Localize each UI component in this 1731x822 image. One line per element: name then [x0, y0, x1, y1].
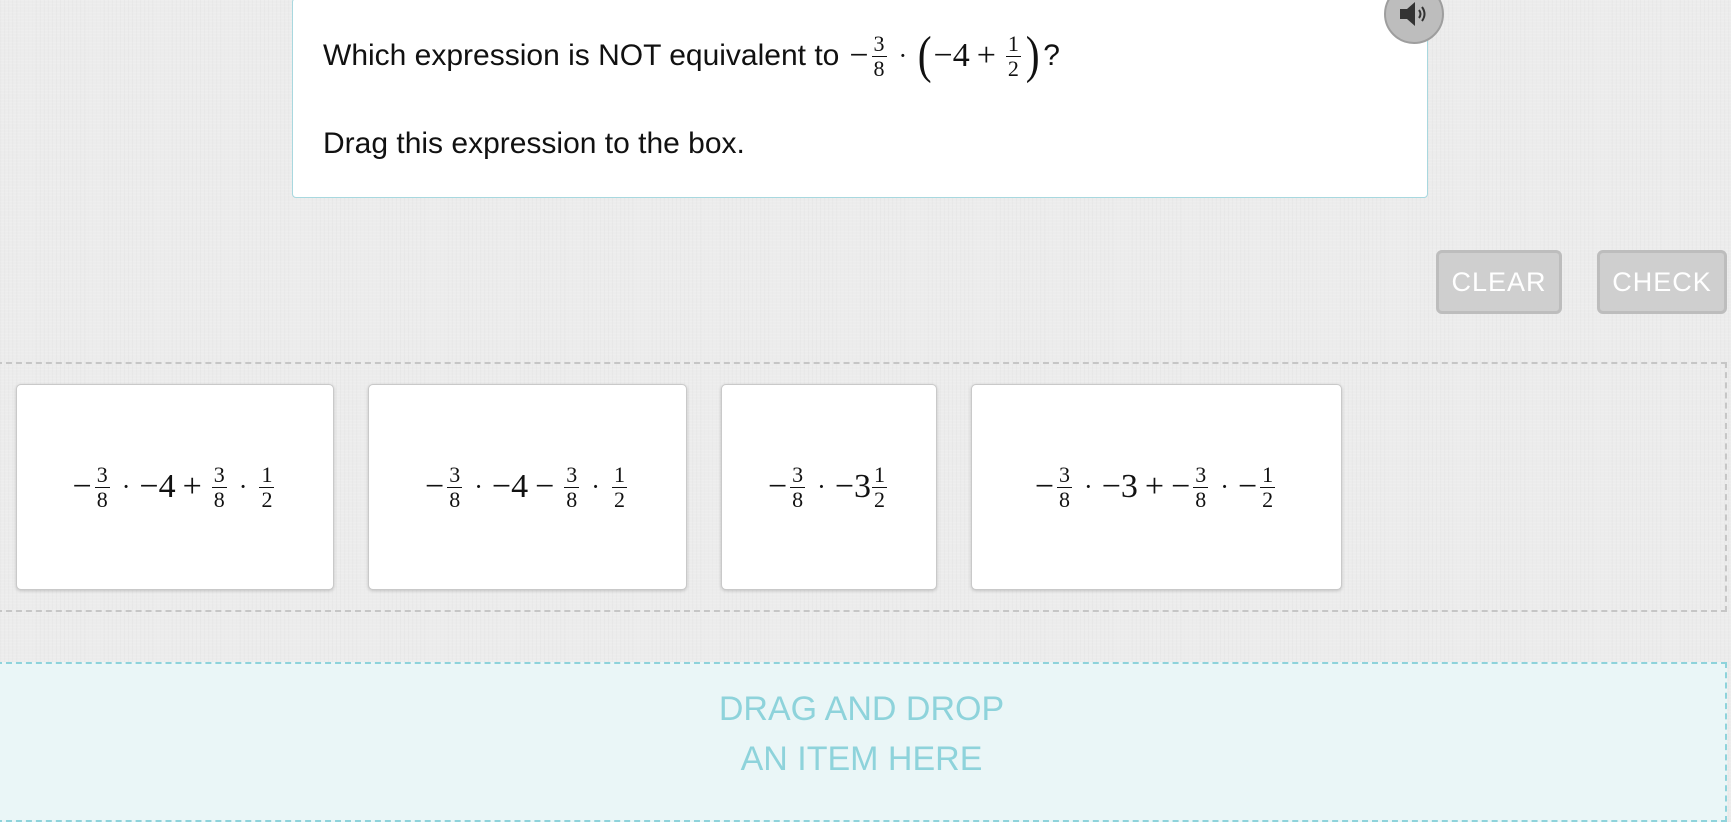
fraction-numerator: 3: [211, 461, 227, 488]
fraction-denominator: 8: [1059, 486, 1071, 512]
fraction-denominator: 8: [213, 486, 225, 512]
minus-sign: −: [1171, 468, 1191, 505]
tile-expression: − 3 8 · −3 1 2: [767, 461, 890, 512]
minus-sign: −: [425, 468, 445, 505]
answer-tile[interactable]: − 3 8 · −4 + 3 8 · 1 2: [16, 384, 334, 590]
fraction-numerator: 3: [871, 30, 887, 57]
question-card: Which expression is NOT equivalent to − …: [292, 0, 1428, 198]
check-button[interactable]: CHECK: [1597, 250, 1727, 314]
fraction-denominator: 2: [1007, 55, 1019, 81]
term: −3: [834, 468, 872, 505]
tile-expression: − 3 8 · −4 − 3 8 · 1 2: [425, 461, 630, 512]
tile-expression: − 3 8 · −3 + − 3 8 · − 1 2: [1034, 461, 1278, 512]
fraction: 1 2: [872, 461, 888, 512]
fraction: 1 2: [259, 461, 275, 512]
fraction-numerator: 3: [447, 461, 463, 488]
answer-tile[interactable]: − 3 8 · −3 1 2: [721, 384, 937, 590]
operator: +: [182, 468, 202, 505]
dot-operator: ·: [474, 472, 483, 501]
drop-zone-label-line1: DRAG AND DROP: [718, 690, 1005, 728]
minus-sign: −: [1034, 468, 1055, 505]
fraction-numerator: 3: [1057, 461, 1073, 488]
fraction-denominator: 2: [1262, 486, 1274, 512]
fraction-numerator: 1: [259, 461, 275, 488]
question-text: Which expression is NOT equivalent to: [323, 39, 840, 72]
dot-operator: ·: [1220, 472, 1229, 501]
instruction-text: Drag this expression to the box.: [323, 127, 745, 160]
fraction-numerator: 3: [94, 461, 110, 488]
fraction-denominator: 2: [261, 486, 273, 512]
question-mark: ?: [1043, 39, 1060, 72]
question-expression: − 3 8 · ( −4 + 1 2 ): [849, 30, 1041, 82]
fraction-one-half: 1 2: [1005, 30, 1021, 81]
fraction-three-eighths: 3 8: [871, 30, 887, 81]
fraction-numerator: 1: [872, 461, 888, 488]
left-paren: (: [917, 27, 932, 84]
fraction-numerator: 3: [790, 461, 806, 488]
answer-tile[interactable]: − 3 8 · −3 + − 3 8 · − 1 2: [971, 384, 1342, 590]
fraction-denominator: 8: [449, 486, 461, 512]
fraction: 1 2: [1260, 461, 1276, 512]
fraction-numerator: 1: [1260, 461, 1276, 488]
term: −3: [1101, 468, 1138, 505]
fraction-denominator: 2: [874, 486, 886, 512]
dot-operator: ·: [591, 472, 600, 501]
clear-button[interactable]: CLEAR: [1436, 250, 1562, 314]
answer-tile[interactable]: − 3 8 · −4 − 3 8 · 1 2: [368, 384, 687, 590]
fraction: 3 8: [447, 461, 463, 512]
operator: −: [535, 468, 555, 505]
fraction-numerator: 3: [1193, 461, 1209, 488]
fraction-numerator: 1: [611, 461, 627, 488]
dot-operator: ·: [817, 472, 826, 501]
fraction-denominator: 8: [873, 55, 885, 81]
operator: +: [1144, 468, 1165, 505]
fraction: 3 8: [564, 461, 580, 512]
minus-sign: −: [1237, 468, 1258, 505]
fraction-denominator: 8: [96, 486, 108, 512]
fraction: 3 8: [94, 461, 110, 512]
fraction-numerator: 1: [1005, 30, 1021, 57]
minus-sign: −: [849, 37, 869, 74]
fraction: 1 2: [611, 461, 627, 512]
dot-operator: ·: [238, 472, 248, 501]
term: −4: [139, 468, 176, 505]
dot-operator: ·: [121, 472, 131, 501]
term-neg-four: −4: [933, 37, 970, 74]
fraction: 3 8: [1057, 461, 1073, 512]
plus-operator: +: [976, 37, 996, 74]
drop-zone[interactable]: DRAG AND DROP AN ITEM HERE: [0, 662, 1727, 822]
minus-sign: −: [72, 468, 92, 505]
fraction-denominator: 8: [1195, 486, 1207, 512]
right-paren: ): [1025, 27, 1040, 84]
minus-sign: −: [767, 468, 788, 505]
fraction-denominator: 8: [792, 486, 804, 512]
dot-operator: ·: [1084, 472, 1093, 501]
dot-operator: ·: [898, 41, 908, 70]
fraction-numerator: 3: [564, 461, 580, 488]
question-prompt: Which expression is NOT equivalent to − …: [323, 27, 1060, 85]
tile-expression: − 3 8 · −4 + 3 8 · 1 2: [72, 461, 278, 512]
term: −4: [491, 468, 529, 505]
fraction-denominator: 8: [566, 486, 578, 512]
fraction: 3 8: [790, 461, 806, 512]
fraction: 3 8: [1193, 461, 1209, 512]
fraction: 3 8: [211, 461, 227, 512]
drop-zone-label-line2: AN ITEM HERE: [740, 740, 983, 778]
speaker-icon: [1400, 2, 1426, 26]
fraction-denominator: 2: [613, 486, 625, 512]
